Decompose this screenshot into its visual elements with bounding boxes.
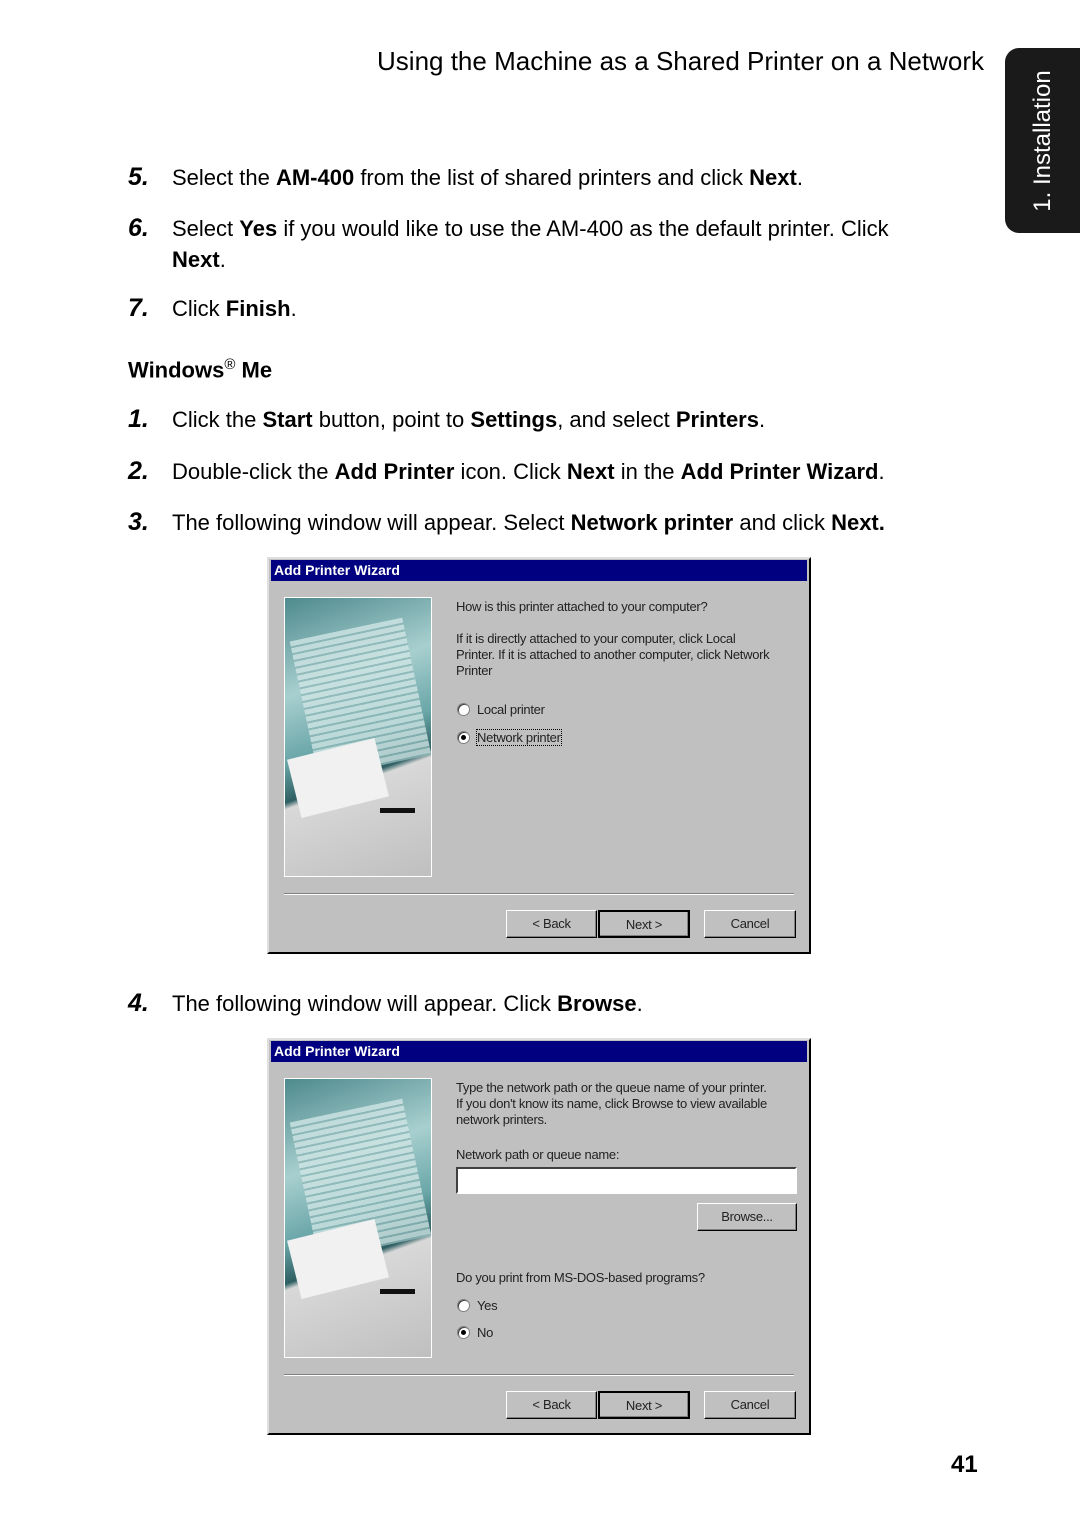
text-run: . [796,165,803,190]
question-text: How is this printer attached to your com… [456,599,708,614]
step-number: 4. [128,989,149,1017]
text-run: . [219,247,226,272]
chapter-tab-label: 1. Installation [1028,69,1056,212]
question-text: Do you print from MS-DOS-based programs? [456,1270,705,1285]
text-run: The following window will appear. Click [172,991,558,1016]
chapter-tab: 1. Installation [1005,48,1080,233]
section-suffix: Me [235,357,273,383]
next-button[interactable]: Next > [598,910,690,938]
step-number: 1. [128,405,149,433]
step-text: The following window will appear. Select… [172,507,948,538]
cancel-button[interactable]: Cancel [704,1391,796,1419]
yes-radio[interactable] [457,1299,470,1312]
back-button[interactable]: < Back [506,910,597,938]
bold-term: Finish [225,296,291,321]
step: 4. The following window will appear. Clic… [128,988,948,1019]
bold-term: Next [172,247,220,272]
step-text: The following window will appear. Click … [172,988,948,1019]
printer-illustration [284,1078,432,1358]
step: 1. Click the Start button, point to Setti… [128,404,948,435]
step-number: 3. [128,508,149,536]
step-number: 2. [128,457,149,485]
text-run: Select [172,216,240,241]
add-printer-wizard-dialog-1: Add Printer Wizard How is this printer a… [267,557,811,954]
text-run: Click the [172,407,263,432]
browse-button[interactable]: Browse... [697,1203,797,1231]
registered-mark: ® [224,356,236,373]
text-run: if you would like to use the AM-400 as t… [277,216,889,241]
divider [284,1374,794,1376]
section-title: Windows [128,357,225,383]
network-printer-radio[interactable] [457,731,470,744]
title-bar: Add Printer Wizard [271,560,807,581]
text-run: in the [614,459,681,484]
text-run: , and select [557,407,676,432]
step: 6. Select Yes if you would like to use th… [128,213,948,275]
text-run: Click [172,296,226,321]
step: 7. Click Finish. [128,293,948,324]
bold-term: Next [566,459,615,484]
title-bar: Add Printer Wizard [271,1041,807,1062]
bold-term: Add Printer Wizard [680,459,879,484]
help-line: Type the network path or the queue name … [456,1080,767,1095]
bold-term: Browse [557,991,637,1016]
text-run: button, point to [312,407,471,432]
no-label[interactable]: No [477,1325,493,1340]
bold-term: Add Printer [334,459,455,484]
network-printer-label[interactable]: Network printer [476,729,562,746]
divider [284,893,794,895]
step-text: Select Yes if you would like to use the … [172,213,948,275]
help-line: If it is directly attached to your compu… [456,631,736,646]
bold-term: Settings [470,407,558,432]
step-number: 5. [128,163,149,191]
text-run: icon. Click [454,459,567,484]
help-line: network printers. [456,1112,547,1127]
step-number: 6. [128,214,149,242]
bold-term: Next. [831,510,885,535]
yes-label[interactable]: Yes [477,1298,498,1313]
page-number: 41 [951,1451,978,1478]
add-printer-wizard-dialog-2: Add Printer Wizard Type the network path… [267,1038,811,1435]
bold-term: Next [749,165,797,190]
local-printer-radio[interactable] [457,703,470,716]
help-line: Printer. If it is attached to another co… [456,647,770,662]
step-text: Select the AM-400 from the list of share… [172,162,948,193]
printer-illustration [284,597,432,877]
text-run: . [878,459,885,484]
cancel-button[interactable]: Cancel [704,910,796,938]
step: 3. The following window will appear. Sele… [128,507,948,538]
no-radio[interactable] [457,1326,470,1339]
step-text: Double-click the Add Printer icon. Click… [172,456,948,487]
text-run: . [758,407,766,432]
step-text: Click the Start button, point to Setting… [172,404,948,435]
step: 2. Double-click the Add Printer icon. Cli… [128,456,948,487]
text-run: The following window will appear. Select [172,510,571,535]
network-path-input[interactable] [456,1167,797,1194]
local-printer-label[interactable]: Local printer [477,702,545,717]
text-run: Select the [172,165,276,190]
text-run: . [636,991,643,1016]
bold-term: AM-400 [275,165,355,190]
path-label: Network path or queue name: [456,1147,620,1162]
step: 5. Select the AM-400 from the list of sha… [128,162,948,193]
bold-term: Network printer [570,510,734,535]
back-button[interactable]: < Back [506,1391,597,1419]
text-run: from the list of shared printers and cli… [354,165,750,190]
next-button[interactable]: Next > [598,1391,690,1419]
step-text: Click Finish. [172,293,948,324]
section-heading: Windows® Me [128,356,272,383]
bold-term: Printers [675,407,759,432]
help-line: Printer [456,663,493,678]
bold-term: Start [262,407,313,432]
running-header: Using the Machine as a Shared Printer on… [377,46,984,76]
help-line: If you don't know its name, click Browse… [456,1096,767,1111]
text-run: Double-click the [172,459,335,484]
text-run: and click [733,510,832,535]
text-run: . [290,296,297,321]
bold-term: Yes [239,216,278,241]
step-number: 7. [128,294,149,322]
